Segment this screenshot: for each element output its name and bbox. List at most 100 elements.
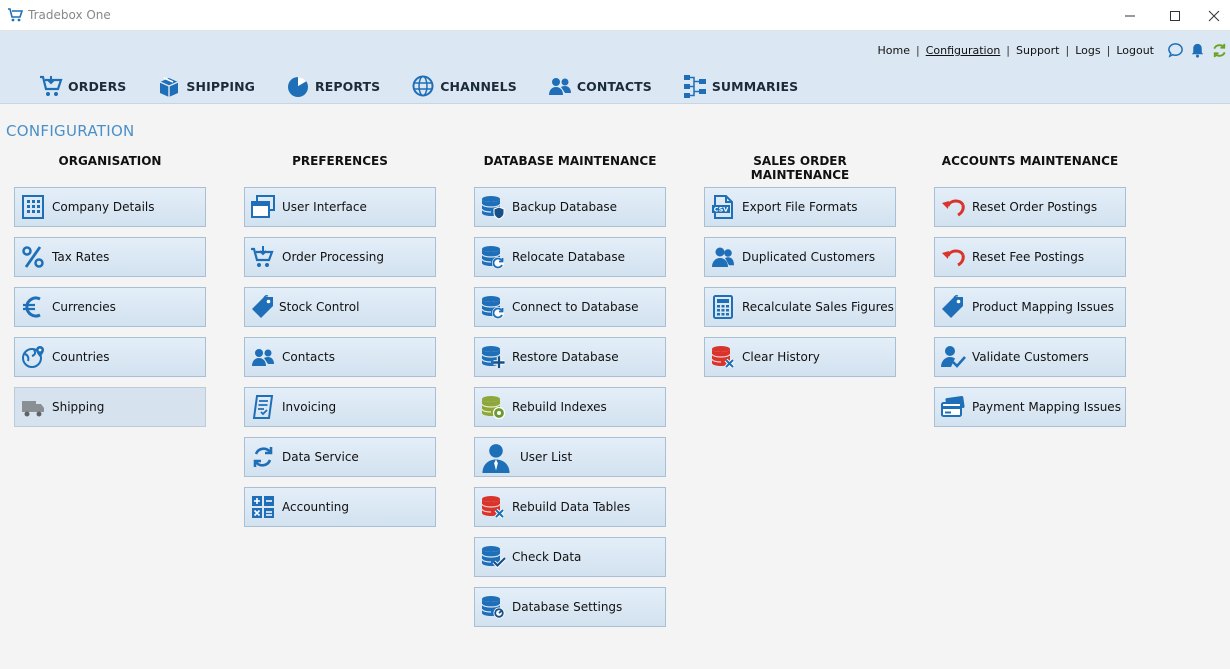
app-header: Home | Configuration | Support | Logs | Logo… [0,31,1230,104]
validate-customers-label: Validate Customers [972,350,1089,364]
database-check-icon [480,544,506,570]
database-refresh-icon [480,244,506,270]
support-link[interactable]: Support [1010,44,1065,57]
minimize-button[interactable] [1107,0,1153,31]
undo-arrow-icon [940,194,966,220]
nav-orders[interactable]: ORDERS [38,73,126,99]
truck-icon [20,394,46,420]
accounting-button[interactable]: Accounting [244,487,436,527]
order-processing-button[interactable]: Order Processing [244,237,436,277]
reset-order-postings-button[interactable]: Reset Order Postings [934,187,1126,227]
configuration-link[interactable]: Configuration [920,44,1007,57]
check-data-button[interactable]: Check Data [474,537,666,577]
nav-summaries[interactable]: SUMMARIES [682,73,798,99]
reset-fee-postings-label: Reset Fee Postings [972,250,1085,264]
percent-icon [20,244,46,270]
close-button[interactable] [1197,0,1230,31]
user-interface-button[interactable]: User Interface [244,187,436,227]
tag-icon [250,294,276,320]
restore-database-button[interactable]: Restore Database [474,337,666,377]
organisation-title: ORGANISATION [58,154,162,168]
backup-database-label: Backup Database [512,200,618,214]
database-settings-button[interactable]: Database Settings [474,587,666,627]
reset-order-postings-label: Reset Order Postings [972,200,1098,214]
countries-button[interactable]: Countries [14,337,206,377]
organisation-column: ORGANISATION Company Details Tax Rates C… [14,154,206,427]
home-link[interactable]: Home [871,44,915,57]
database-error-icon [710,344,736,370]
undo-arrow-icon [940,244,966,270]
backup-database-button[interactable]: Backup Database [474,187,666,227]
calculator-grid-icon [250,494,276,520]
nav-shipping[interactable]: SHIPPING [156,73,255,99]
invoicing-button[interactable]: Invoicing [244,387,436,427]
payment-mapping-issues-button[interactable]: Payment Mapping Issues [934,387,1126,427]
nav-contacts[interactable]: CONTACTS [547,73,652,99]
title-bar: Tradebox One [0,0,1230,31]
tax-rates-label: Tax Rates [52,250,110,264]
accounts-column: ACCOUNTS MAINTENANCE Reset Order Posting… [934,154,1126,427]
recalculate-sales-button[interactable]: Recalculate Sales Figures [704,287,896,327]
refresh-icon[interactable] [1211,42,1228,59]
relocate-database-label: Relocate Database [512,250,625,264]
database-column: DATABASE MAINTENANCE Backup Database Rel… [474,154,666,627]
stock-control-button[interactable]: Stock Control [244,287,436,327]
clear-history-button[interactable]: Clear History [704,337,896,377]
user-check-icon [940,344,966,370]
user-list-button[interactable]: User List [474,437,666,477]
users-icon [710,244,736,270]
nav-shipping-label: SHIPPING [186,78,256,94]
package-icon [160,77,179,97]
relocate-database-button[interactable]: Relocate Database [474,237,666,277]
euro-icon [20,294,46,320]
users-icon [250,344,276,370]
countries-label: Countries [52,350,110,364]
shipping-label: Shipping [52,400,105,414]
stock-control-label: Stock Control [279,300,360,314]
check-data-label: Check Data [512,550,582,564]
bell-icon[interactable] [1189,42,1206,59]
calculator-icon [710,294,736,320]
tax-rates-button[interactable]: Tax Rates [14,237,206,277]
rebuild-indexes-button[interactable]: Rebuild Indexes [474,387,666,427]
reset-fee-postings-button[interactable]: Reset Fee Postings [934,237,1126,277]
restore-database-label: Restore Database [512,350,619,364]
sales-column: SALES ORDER MAINTENANCE CSV Export File … [704,154,896,377]
nav-reports[interactable]: REPORTS [285,73,380,99]
shipping-button[interactable]: Shipping [14,387,206,427]
connect-database-button[interactable]: Connect to Database [474,287,666,327]
logs-link[interactable]: Logs [1069,44,1106,57]
pie-chart-icon [288,77,309,97]
validate-customers-button[interactable]: Validate Customers [934,337,1126,377]
contacts-button[interactable]: Contacts [244,337,436,377]
cart-logo-icon [8,8,23,22]
nav-channels[interactable]: CHANNELS [410,73,517,99]
preferences-title: PREFERENCES [292,154,388,168]
cart-icon [40,75,63,96]
clear-history-label: Clear History [742,350,820,364]
chat-icon[interactable] [1167,42,1184,59]
currencies-button[interactable]: Currencies [14,287,206,327]
globe-pin-icon [20,344,46,370]
duplicated-customers-button[interactable]: Duplicated Customers [704,237,896,277]
export-file-formats-button[interactable]: CSV Export File Formats [704,187,896,227]
user-list-label: User List [520,450,573,464]
maximize-button[interactable] [1152,0,1198,31]
svg-text:CSV: CSV [714,206,729,214]
rebuild-data-tables-button[interactable]: Rebuild Data Tables [474,487,666,527]
data-service-label: Data Service [282,450,359,464]
export-file-formats-label: Export File Formats [742,200,858,214]
sales-title: SALES ORDER MAINTENANCE [750,154,850,182]
logout-link[interactable]: Logout [1110,44,1160,57]
top-icons [1167,42,1228,59]
nav-summaries-label: SUMMARIES [711,78,799,94]
invoice-icon [250,394,276,420]
database-settings-label: Database Settings [512,600,623,614]
product-mapping-issues-button[interactable]: Product Mapping Issues [934,287,1126,327]
company-details-button[interactable]: Company Details [14,187,206,227]
data-service-button[interactable]: Data Service [244,437,436,477]
hierarchy-icon [683,75,706,98]
product-mapping-issues-label: Product Mapping Issues [972,300,1114,314]
building-icon [20,194,46,220]
window-title: Tradebox One [28,8,111,22]
